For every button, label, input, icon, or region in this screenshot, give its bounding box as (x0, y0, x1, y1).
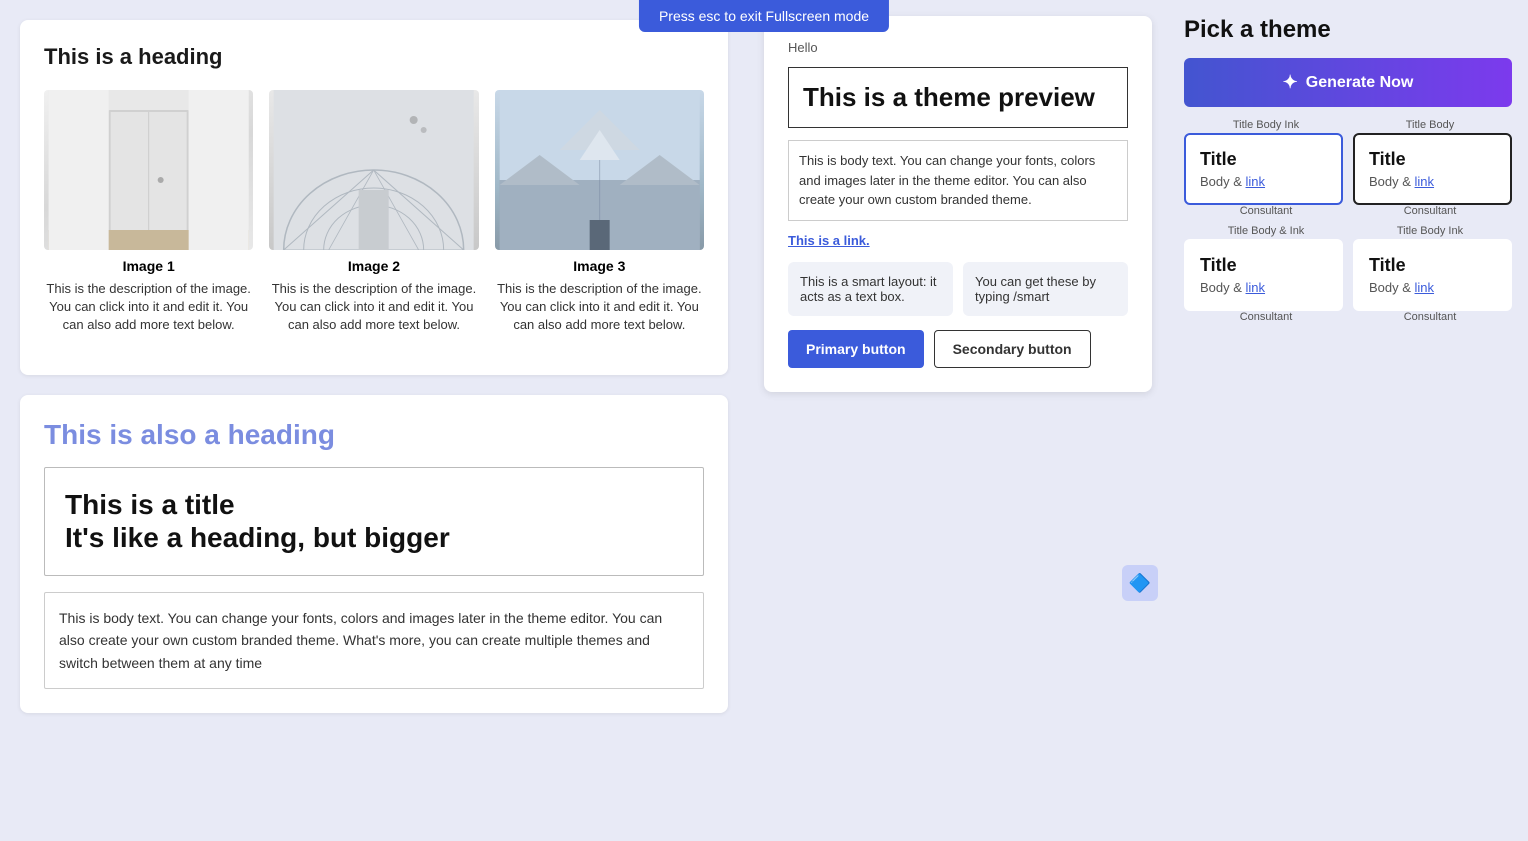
image-label-2: Image 2 (269, 258, 478, 274)
theme-card-2-title: Title (1200, 255, 1327, 276)
consultant-bottom-row: Consultant Consultant (1184, 311, 1512, 323)
theme-card-0-body: Body & link (1200, 174, 1327, 189)
preview-card: Hello This is a theme preview This is bo… (764, 16, 1152, 392)
theme-grid-bottom: Title Body & link Title Body & link (1184, 239, 1512, 311)
consultant-0: Consultant (1184, 205, 1348, 217)
smart-box-2[interactable]: You can get these by typing /smart (963, 262, 1128, 316)
preview-heading: This is a theme preview (803, 82, 1113, 113)
theme-card-1-link[interactable]: link (1415, 174, 1435, 189)
consultant-3: Consultant (1348, 311, 1512, 323)
image-placeholder-3 (495, 90, 704, 250)
title-card: This is also a heading This is a title I… (20, 395, 728, 713)
theme-card-3-body: Body & link (1369, 280, 1496, 295)
consultant-top-row: Consultant Consultant (1184, 205, 1512, 217)
theme-card-0-link[interactable]: link (1246, 174, 1266, 189)
theme-card-1[interactable]: Title Body & link (1353, 133, 1512, 205)
image-desc-1: This is the description of the image. Yo… (44, 280, 253, 335)
panel-title: Pick a theme (1184, 16, 1512, 44)
consultant-1: Consultant (1348, 205, 1512, 217)
theme-card-1-body: Body & link (1369, 174, 1496, 189)
title-line1: This is a title (65, 488, 683, 522)
image-item-1[interactable]: Image 1 This is the description of the i… (44, 90, 253, 335)
theme-card-0[interactable]: Title Body & link (1184, 133, 1343, 205)
preview-link[interactable]: This is a link. (788, 233, 1128, 248)
image-label-1: Image 1 (44, 258, 253, 274)
bottom-label-row: Title Body & Ink Title Body Ink (1184, 225, 1512, 237)
button-row: Primary button Secondary button (788, 330, 1128, 368)
fullscreen-bar: Press esc to exit Fullscreen mode (639, 0, 889, 32)
editor-area: This is a heading (0, 0, 748, 841)
preview-title-box: This is a theme preview (788, 67, 1128, 128)
image-label-3: Image 3 (495, 258, 704, 274)
generate-btn-label: Generate Now (1306, 74, 1414, 92)
top-label-0: Title Body Ink (1184, 119, 1348, 131)
bottom-label-0: Title Body & Ink (1184, 225, 1348, 237)
theme-card-3-title: Title (1369, 255, 1496, 276)
theme-card-2[interactable]: Title Body & link (1184, 239, 1343, 311)
image-desc-3: This is the description of the image. Yo… (495, 280, 704, 335)
preview-panel: Hello This is a theme preview This is bo… (748, 0, 1168, 841)
fullscreen-message: Press esc to exit Fullscreen mode (659, 8, 869, 24)
image-item-3[interactable]: Image 3 This is the description of the i… (495, 90, 704, 335)
theme-card-0-title: Title (1200, 149, 1327, 170)
top-label-1: Title Body (1348, 119, 1512, 131)
image-item-2[interactable]: Image 2 This is the description of the i… (269, 90, 478, 335)
consultant-2: Consultant (1184, 311, 1348, 323)
theme-card-3-link[interactable]: link (1415, 280, 1435, 295)
preview-hello: Hello (788, 40, 1128, 55)
body-text-box[interactable]: This is body text. You can change your f… (44, 592, 704, 689)
bottom-label-1: Title Body Ink (1348, 225, 1512, 237)
image-placeholder-1 (44, 90, 253, 250)
image-desc-2: This is the description of the image. Yo… (269, 280, 478, 335)
theme-card-2-body: Body & link (1200, 280, 1327, 295)
image-placeholder-2 (269, 90, 478, 250)
image-card: This is a heading (20, 20, 728, 375)
title-line2: It's like a heading, but bigger (65, 521, 683, 555)
smart-grid: This is a smart layout: it acts as a tex… (788, 262, 1128, 316)
secondary-button[interactable]: Secondary button (934, 330, 1091, 368)
card1-heading: This is a heading (44, 44, 704, 70)
spark-icon: ✦ (1283, 72, 1298, 93)
theme-card-2-link[interactable]: link (1246, 280, 1266, 295)
generate-now-button[interactable]: ✦ Generate Now (1184, 58, 1512, 107)
theme-card-3[interactable]: Title Body & link (1353, 239, 1512, 311)
top-label-row: Title Body Ink Title Body (1184, 119, 1512, 131)
right-panel: Pick a theme ✦ Generate Now Title Body I… (1168, 0, 1528, 841)
image-grid: Image 1 This is the description of the i… (44, 90, 704, 335)
smart-box-1[interactable]: This is a smart layout: it acts as a tex… (788, 262, 953, 316)
preview-body: This is body text. You can change your f… (799, 151, 1117, 210)
also-heading: This is also a heading (44, 419, 704, 451)
primary-button[interactable]: Primary button (788, 330, 924, 368)
theme-grid-top: Title Body & link Title Body & link (1184, 133, 1512, 205)
preview-body-box: This is body text. You can change your f… (788, 140, 1128, 221)
float-icon: 🔷 (1122, 565, 1158, 601)
title-box[interactable]: This is a title It's like a heading, but… (44, 467, 704, 576)
theme-card-1-title: Title (1369, 149, 1496, 170)
